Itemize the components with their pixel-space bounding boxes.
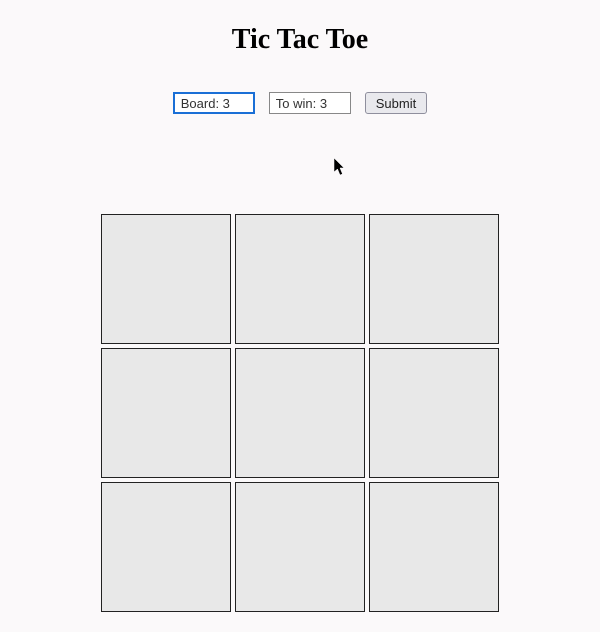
app-container: Tic Tac Toe Submit: [0, 0, 600, 612]
game-board: [101, 214, 499, 612]
board-cell[interactable]: [101, 214, 231, 344]
board-cell[interactable]: [369, 214, 499, 344]
board-cell[interactable]: [369, 348, 499, 478]
board-cell[interactable]: [101, 348, 231, 478]
board-size-input[interactable]: [173, 92, 255, 114]
board-cell[interactable]: [235, 214, 365, 344]
board-cell[interactable]: [369, 482, 499, 612]
submit-button[interactable]: Submit: [365, 92, 427, 114]
page-title: Tic Tac Toe: [232, 24, 368, 56]
board-cell[interactable]: [235, 348, 365, 478]
board-cell[interactable]: [235, 482, 365, 612]
controls-row: Submit: [173, 92, 427, 114]
board-cell[interactable]: [101, 482, 231, 612]
to-win-input[interactable]: [269, 92, 351, 114]
